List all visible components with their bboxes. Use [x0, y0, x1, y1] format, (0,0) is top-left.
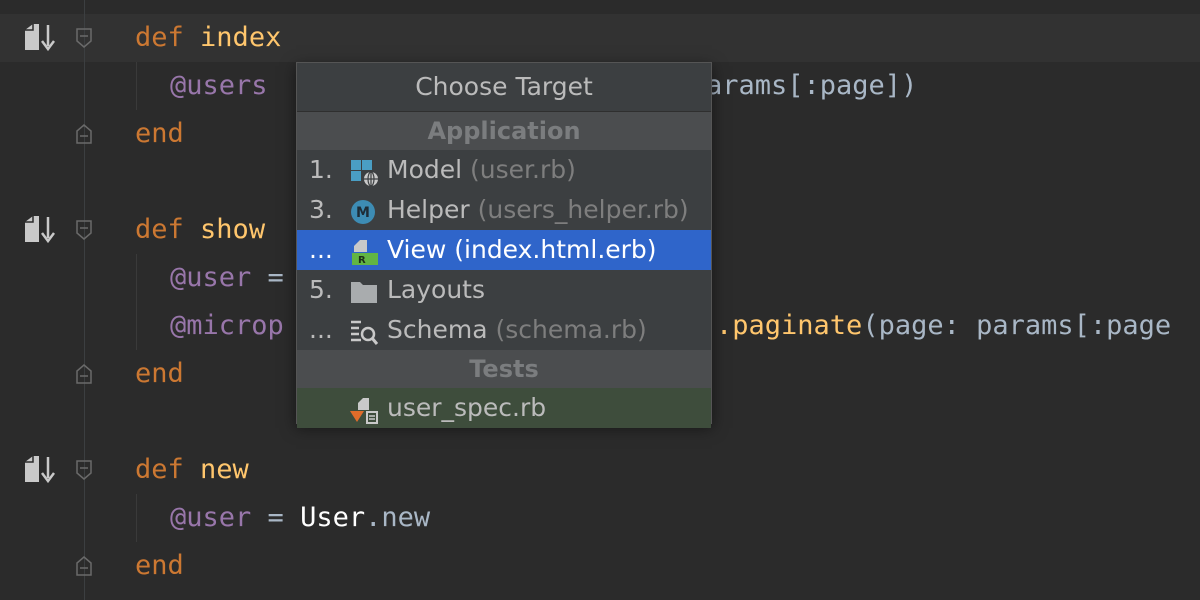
item-label-text: Schema — [387, 315, 488, 344]
item-shortcut: ... — [309, 315, 333, 344]
target-item-model[interactable]: 1. Model (user.rb) — [297, 150, 711, 190]
keyword-end: end — [135, 118, 184, 149]
code-line[interactable]: end — [135, 110, 184, 158]
item-label: Helper (users_helper.rb) — [387, 190, 689, 230]
method-call: .new — [365, 502, 431, 533]
popup-title: Choose Target — [297, 63, 711, 112]
item-hint: (schema.rb) — [495, 315, 647, 344]
spec-icon — [349, 396, 379, 424]
operator: = — [251, 502, 301, 533]
code-line[interactable]: end — [135, 350, 184, 398]
code-text: (page: params[:page — [862, 310, 1172, 341]
code-line[interactable]: @microp — [170, 302, 284, 350]
code-line[interactable]: @user = — [170, 254, 284, 302]
goto-related-icon[interactable] — [22, 22, 56, 52]
keyword-end: end — [135, 550, 184, 581]
svg-text:R: R — [358, 255, 366, 266]
goto-related-icon[interactable] — [22, 454, 56, 484]
constant: User — [300, 502, 366, 533]
code-text: arams[:page]) — [706, 70, 918, 101]
code-line[interactable]: @user = User.new — [170, 494, 430, 542]
svg-text:M: M — [356, 205, 370, 221]
keyword-end: end — [135, 358, 184, 389]
target-item-view[interactable]: ... R View (index.html.erb) — [297, 230, 711, 270]
item-label-text: Helper — [387, 195, 470, 224]
fold-start-icon[interactable] — [75, 27, 93, 49]
item-label: View (index.html.erb) — [387, 235, 657, 264]
target-item-layouts[interactable]: 5. Layouts — [297, 270, 711, 310]
target-item-spec[interactable]: user_spec.rb — [297, 388, 711, 428]
instance-variable: @user — [170, 262, 252, 293]
method-name: index — [200, 22, 282, 53]
target-item-schema[interactable]: ... Schema (schema.rb) — [297, 310, 711, 350]
method-name: show — [200, 214, 266, 245]
folder-icon — [349, 278, 379, 306]
section-header-application: Application — [297, 112, 711, 150]
method-call: .paginate — [716, 310, 863, 341]
fold-start-icon[interactable] — [75, 459, 93, 481]
schema-icon — [349, 318, 379, 346]
item-label-text: Model — [387, 155, 463, 184]
section-header-tests: Tests — [297, 350, 711, 388]
indent-guide — [136, 62, 137, 110]
item-shortcut: 1. — [309, 155, 333, 184]
keyword-def: def — [135, 454, 184, 485]
code-line[interactable]: def show — [135, 206, 265, 254]
item-shortcut: 5. — [309, 275, 333, 304]
goto-related-icon[interactable] — [22, 214, 56, 244]
view-icon: R — [349, 238, 379, 266]
helper-icon: M — [349, 198, 379, 226]
item-label: Layouts — [387, 275, 486, 304]
item-label: user_spec.rb — [387, 393, 547, 422]
fold-start-icon[interactable] — [75, 219, 93, 241]
keyword-def: def — [135, 22, 184, 53]
fold-end-icon[interactable] — [75, 123, 93, 145]
instance-variable: @users — [170, 70, 268, 101]
code-fragment[interactable]: .paginate(page: params[:page — [716, 302, 1171, 350]
method-name: new — [200, 454, 249, 485]
gutter-separator — [84, 0, 85, 600]
indent-guide — [136, 254, 137, 350]
code-line[interactable]: def new — [135, 446, 249, 494]
code-line[interactable]: end — [135, 542, 184, 590]
item-hint: (user.rb) — [470, 155, 576, 184]
keyword-def: def — [135, 214, 184, 245]
item-label: Schema (schema.rb) — [387, 310, 647, 350]
fold-end-icon[interactable] — [75, 363, 93, 385]
code-line[interactable]: @users — [170, 62, 268, 110]
choose-target-popup[interactable]: Choose Target Application 1. Model (user… — [296, 62, 712, 428]
code-fragment[interactable]: arams[:page]) — [706, 62, 917, 110]
instance-variable: @microp — [170, 310, 284, 341]
item-hint: (users_helper.rb) — [477, 195, 689, 224]
fold-end-icon[interactable] — [75, 555, 93, 577]
item-shortcut: 3. — [309, 195, 333, 224]
item-label: Model (user.rb) — [387, 150, 576, 190]
item-shortcut: ... — [309, 235, 333, 264]
model-icon — [349, 158, 379, 187]
indent-guide — [136, 494, 137, 542]
target-item-helper[interactable]: 3. M Helper (users_helper.rb) — [297, 190, 711, 230]
instance-variable: @user — [170, 502, 252, 533]
operator: = — [251, 262, 284, 293]
code-line[interactable]: def index — [135, 14, 281, 62]
